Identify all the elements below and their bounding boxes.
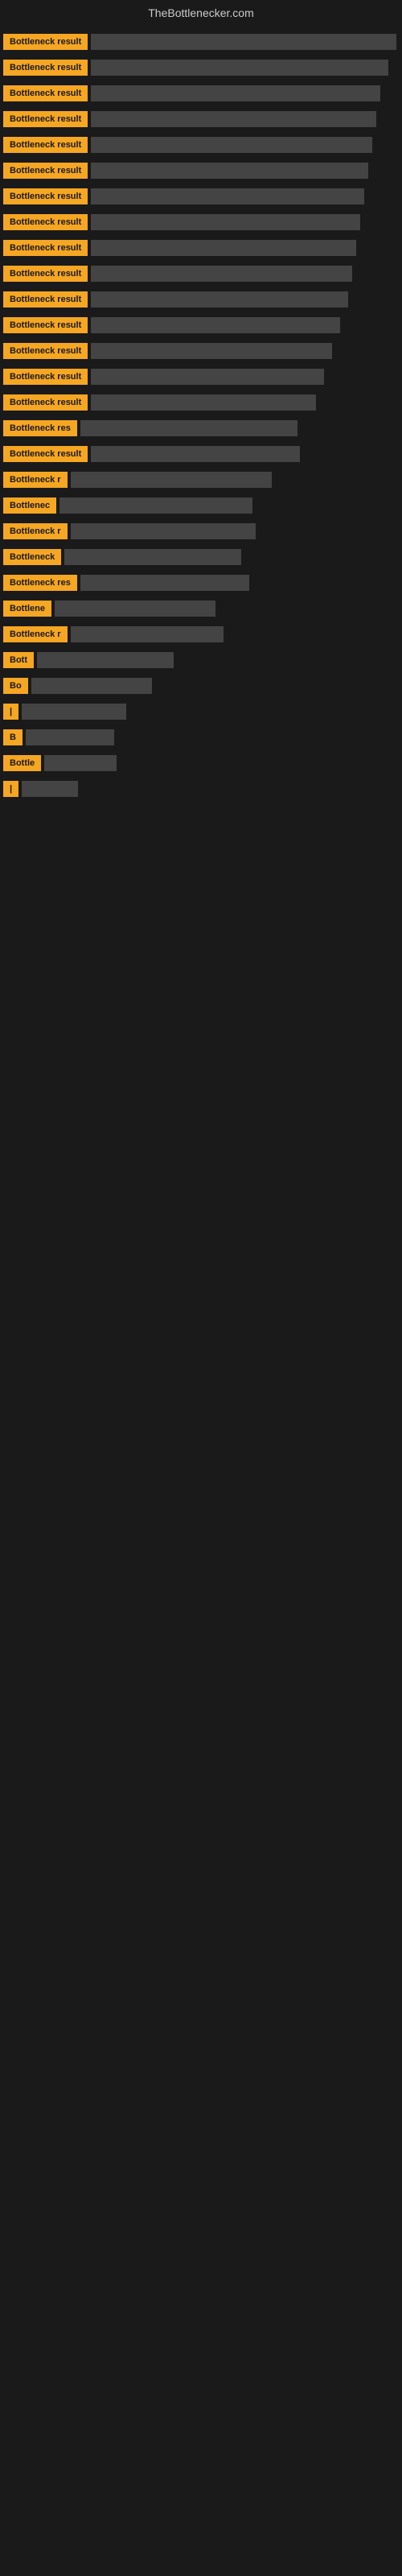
bottleneck-bar bbox=[22, 704, 126, 720]
bottleneck-bar bbox=[91, 240, 356, 256]
bottleneck-result-label: Bottleneck result bbox=[3, 163, 88, 179]
list-item: Bottleneck result bbox=[0, 209, 402, 235]
list-item: Bottleneck result bbox=[0, 184, 402, 209]
bottleneck-bar bbox=[91, 214, 360, 230]
bottleneck-result-label: Bottleneck r bbox=[3, 523, 68, 539]
bottleneck-bar bbox=[91, 137, 372, 153]
bottleneck-result-label: Bottleneck bbox=[3, 549, 61, 565]
bottleneck-result-label: Bo bbox=[3, 678, 28, 694]
bottleneck-bar bbox=[91, 317, 340, 333]
list-item: Bottleneck result bbox=[0, 441, 402, 467]
bottleneck-result-label: Bottleneck result bbox=[3, 446, 88, 462]
bottleneck-result-label: B bbox=[3, 729, 23, 745]
list-item: Bottleneck res bbox=[0, 415, 402, 441]
list-item: Bottleneck result bbox=[0, 338, 402, 364]
bottleneck-result-label: Bottleneck result bbox=[3, 85, 88, 101]
bottleneck-bar bbox=[64, 549, 241, 565]
bottleneck-bar bbox=[44, 755, 117, 771]
bottleneck-result-label: Bottlenec bbox=[3, 497, 56, 514]
bottleneck-result-label: Bottleneck result bbox=[3, 240, 88, 256]
bottleneck-list: Bottleneck result Bottleneck result Bottle… bbox=[0, 26, 402, 805]
bottleneck-result-label: Bottleneck result bbox=[3, 214, 88, 230]
bottleneck-bar bbox=[55, 601, 215, 617]
bottleneck-bar bbox=[71, 472, 272, 488]
bottleneck-bar bbox=[91, 343, 332, 359]
bottleneck-result-label: Bott bbox=[3, 652, 34, 668]
bottleneck-bar bbox=[91, 188, 364, 204]
bottleneck-bar bbox=[80, 575, 249, 591]
list-item: Bottlenec bbox=[0, 493, 402, 518]
bottleneck-bar bbox=[71, 523, 256, 539]
bottleneck-result-label: Bottleneck res bbox=[3, 420, 77, 436]
list-item: Bottle bbox=[0, 750, 402, 776]
bottleneck-bar bbox=[91, 291, 348, 308]
bottleneck-result-label: Bottleneck result bbox=[3, 317, 88, 333]
bottleneck-result-label: Bottleneck result bbox=[3, 34, 88, 50]
list-item: Bottleneck result bbox=[0, 312, 402, 338]
bottleneck-result-label: Bottleneck r bbox=[3, 626, 68, 642]
bottleneck-result-label: Bottleneck r bbox=[3, 472, 68, 488]
list-item: Bott bbox=[0, 647, 402, 673]
list-item: Bottleneck result bbox=[0, 55, 402, 80]
list-item: Bottleneck result bbox=[0, 261, 402, 287]
bottleneck-bar bbox=[91, 60, 388, 76]
list-item: Bottleneck result bbox=[0, 390, 402, 415]
list-item: Bottleneck res bbox=[0, 570, 402, 596]
bottleneck-result-label: Bottlene bbox=[3, 601, 51, 617]
list-item: Bottleneck bbox=[0, 544, 402, 570]
bottleneck-bar bbox=[80, 420, 297, 436]
list-item: Bottleneck result bbox=[0, 287, 402, 312]
bottleneck-bar bbox=[91, 266, 352, 282]
list-item: B bbox=[0, 724, 402, 750]
bottleneck-bar bbox=[37, 652, 174, 668]
bottleneck-result-label: Bottleneck result bbox=[3, 343, 88, 359]
bottleneck-bar bbox=[22, 781, 78, 797]
list-item: Bottleneck result bbox=[0, 132, 402, 158]
bottleneck-bar bbox=[71, 626, 224, 642]
list-item: Bottleneck r bbox=[0, 467, 402, 493]
bottleneck-bar bbox=[26, 729, 114, 745]
bottleneck-result-label: Bottleneck result bbox=[3, 369, 88, 385]
bottleneck-result-label: Bottleneck result bbox=[3, 394, 88, 411]
bottleneck-bar bbox=[91, 163, 368, 179]
bottleneck-bar bbox=[91, 446, 300, 462]
bottleneck-result-label: Bottleneck result bbox=[3, 266, 88, 282]
list-item: | bbox=[0, 776, 402, 802]
list-item: Bottlene bbox=[0, 596, 402, 621]
list-item: Bottleneck result bbox=[0, 80, 402, 106]
bottleneck-bar bbox=[91, 394, 316, 411]
bottleneck-result-label: Bottleneck result bbox=[3, 188, 88, 204]
bottleneck-bar bbox=[31, 678, 152, 694]
bottleneck-bar bbox=[91, 111, 376, 127]
list-item: Bottleneck result bbox=[0, 364, 402, 390]
list-item: Bottleneck result bbox=[0, 29, 402, 55]
bottleneck-result-label: Bottleneck result bbox=[3, 137, 88, 153]
list-item: Bottleneck result bbox=[0, 235, 402, 261]
bottleneck-bar bbox=[91, 34, 396, 50]
bottleneck-result-label: Bottleneck result bbox=[3, 291, 88, 308]
bottleneck-result-label: | bbox=[3, 781, 18, 797]
site-title: TheBottlenecker.com bbox=[0, 0, 402, 26]
list-item: Bottleneck r bbox=[0, 621, 402, 647]
bottleneck-result-label: Bottle bbox=[3, 755, 41, 771]
bottleneck-bar bbox=[59, 497, 252, 514]
bottleneck-result-label: | bbox=[3, 704, 18, 720]
list-item: | bbox=[0, 699, 402, 724]
list-item: Bo bbox=[0, 673, 402, 699]
list-item: Bottleneck result bbox=[0, 106, 402, 132]
list-item: Bottleneck result bbox=[0, 158, 402, 184]
bottleneck-result-label: Bottleneck res bbox=[3, 575, 77, 591]
bottleneck-bar bbox=[91, 85, 380, 101]
bottleneck-result-label: Bottleneck result bbox=[3, 111, 88, 127]
bottleneck-bar bbox=[91, 369, 324, 385]
list-item: Bottleneck r bbox=[0, 518, 402, 544]
bottleneck-result-label: Bottleneck result bbox=[3, 60, 88, 76]
